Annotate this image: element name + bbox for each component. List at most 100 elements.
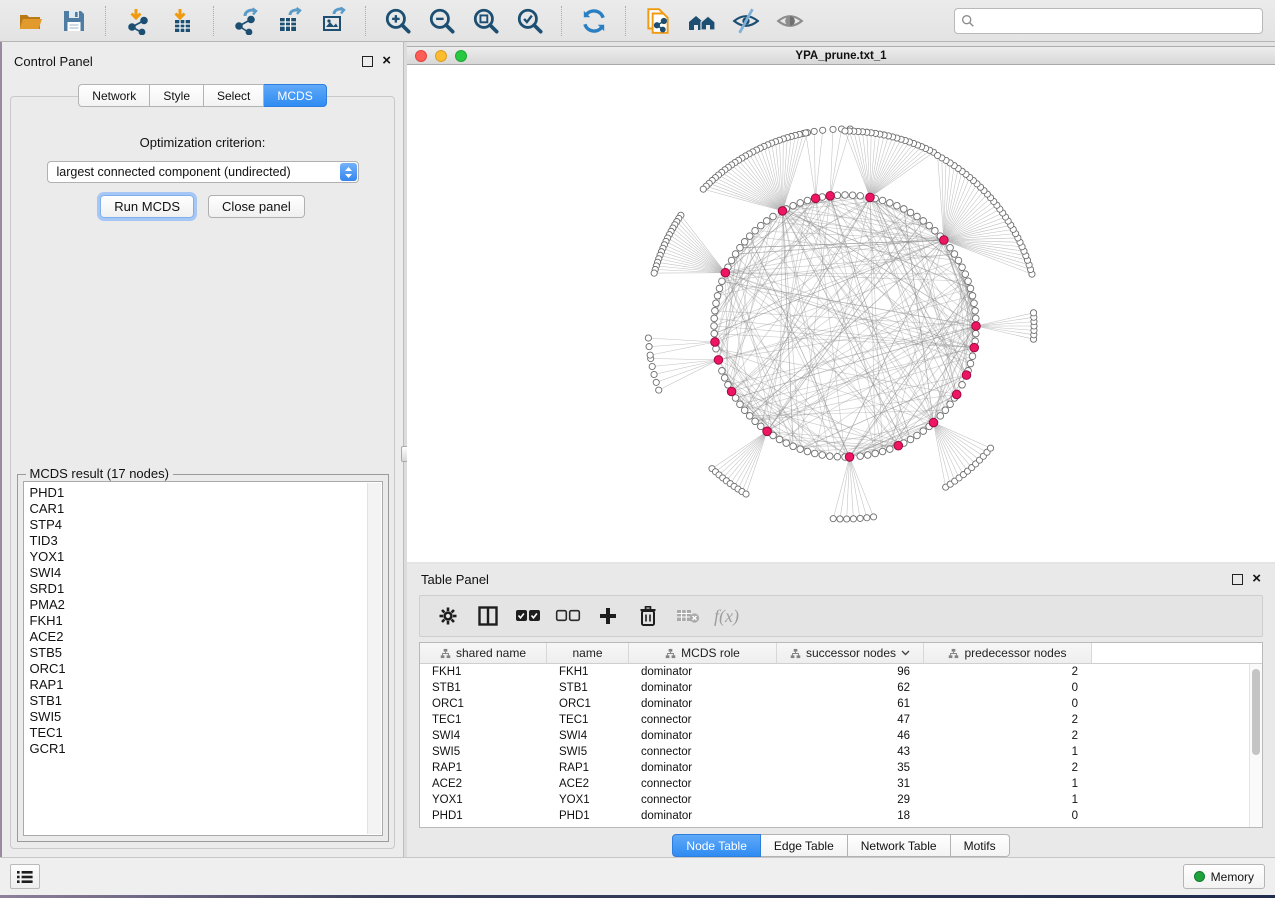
mcds-result-item[interactable]: ACE2 [30, 629, 382, 645]
network-leaf-node[interactable] [844, 516, 850, 522]
network-node[interactable] [965, 278, 972, 285]
network-node[interactable] [967, 360, 974, 367]
network-hub-node[interactable] [727, 387, 736, 396]
network-node[interactable] [872, 450, 879, 457]
network-leaf-node[interactable] [850, 516, 856, 522]
network-node[interactable] [714, 292, 721, 299]
network-node[interactable] [711, 315, 718, 322]
network-node[interactable] [811, 450, 818, 457]
network-node[interactable] [972, 307, 979, 314]
network-node[interactable] [716, 285, 723, 292]
show-columns-icon[interactable] [470, 601, 506, 631]
network-node[interactable] [732, 251, 739, 258]
float-table-panel-icon[interactable] [1232, 574, 1243, 585]
import-table-icon[interactable] [162, 4, 202, 38]
table-tab-motifs[interactable]: Motifs [951, 834, 1010, 857]
network-leaf-node[interactable] [743, 491, 749, 497]
network-leaf-node[interactable] [837, 516, 843, 522]
table-row[interactable]: FKH1FKH1dominator962 [420, 664, 1262, 680]
network-leaf-node[interactable] [653, 379, 659, 385]
network-leaf-node[interactable] [651, 371, 657, 377]
mcds-result-item[interactable]: YOX1 [30, 549, 382, 565]
network-hub-node[interactable] [940, 236, 949, 245]
network-leaf-node[interactable] [820, 127, 826, 133]
network-canvas[interactable] [407, 65, 1275, 562]
network-node[interactable] [752, 227, 759, 234]
table-tab-edge-table[interactable]: Edge Table [761, 834, 848, 857]
network-node[interactable] [776, 436, 783, 443]
network-leaf-node[interactable] [647, 352, 653, 358]
column-header-successor-nodes[interactable]: successor nodes [777, 643, 924, 663]
network-node[interactable] [804, 448, 811, 455]
network-node[interactable] [969, 353, 976, 360]
network-hub-node[interactable] [962, 371, 971, 380]
table-scrollbar-thumb[interactable] [1252, 669, 1260, 755]
network-node[interactable] [728, 257, 735, 264]
close-panel-icon[interactable]: × [382, 56, 391, 66]
tab-style[interactable]: Style [150, 84, 204, 107]
table-row[interactable]: SWI5SWI5connector431 [420, 744, 1262, 760]
network-node[interactable] [711, 330, 718, 337]
table-row[interactable]: ACE2ACE2connector311 [420, 776, 1262, 792]
network-node[interactable] [834, 453, 841, 460]
column-header-mcds-role[interactable]: MCDS role [629, 643, 777, 663]
network-node[interactable] [826, 453, 833, 460]
clone-network-icon[interactable] [638, 4, 678, 38]
network-node[interactable] [834, 192, 841, 199]
network-node[interactable] [783, 440, 790, 447]
tab-select[interactable]: Select [204, 84, 264, 107]
mcds-result-item[interactable]: GCR1 [30, 741, 382, 757]
mcds-result-item[interactable]: SWI5 [30, 709, 382, 725]
network-node[interactable] [972, 330, 979, 337]
column-header-name[interactable]: name [547, 643, 629, 663]
mcds-result-item[interactable]: STB1 [30, 693, 382, 709]
table-row[interactable]: PHD1PHD1dominator180 [420, 808, 1262, 824]
network-node[interactable] [711, 323, 718, 330]
network-node[interactable] [797, 446, 804, 453]
network-node[interactable] [926, 222, 933, 229]
network-node[interactable] [746, 233, 753, 240]
network-node[interactable] [947, 244, 954, 251]
table-row[interactable]: SWI4SWI4dominator462 [420, 728, 1262, 744]
network-node[interactable] [849, 192, 856, 199]
network-node[interactable] [713, 300, 720, 307]
network-node[interactable] [746, 413, 753, 420]
network-node[interactable] [719, 278, 726, 285]
tab-network[interactable]: Network [78, 84, 150, 107]
mcds-result-item[interactable]: CAR1 [30, 501, 382, 517]
table-options-icon[interactable] [430, 601, 466, 631]
run-mcds-button[interactable]: Run MCDS [100, 195, 194, 218]
network-leaf-node[interactable] [700, 186, 706, 192]
network-node[interactable] [763, 218, 770, 225]
apply-layout-icon[interactable] [574, 4, 614, 38]
table-row[interactable]: ORC1ORC1dominator610 [420, 696, 1262, 712]
network-node[interactable] [937, 413, 944, 420]
network-leaf-node[interactable] [870, 514, 876, 520]
network-hub-node[interactable] [711, 338, 720, 347]
network-leaf-node[interactable] [803, 130, 809, 136]
network-hub-node[interactable] [972, 322, 981, 331]
mcds-result-item[interactable]: ORC1 [30, 661, 382, 677]
mcds-result-item[interactable]: STP4 [30, 517, 382, 533]
export-table-icon[interactable] [270, 4, 310, 38]
network-node[interactable] [887, 200, 894, 207]
network-node[interactable] [741, 238, 748, 245]
table-row[interactable]: TEC1TEC1connector472 [420, 712, 1262, 728]
network-node[interactable] [864, 452, 871, 459]
mcds-result-item[interactable]: RAP1 [30, 677, 382, 693]
network-leaf-node[interactable] [987, 445, 993, 451]
network-node[interactable] [887, 446, 894, 453]
network-node[interactable] [712, 307, 719, 314]
mcds-result-item[interactable]: TID3 [30, 533, 382, 549]
network-node[interactable] [920, 218, 927, 225]
table-row[interactable]: STB1STB1dominator620 [420, 680, 1262, 696]
mcds-result-item[interactable]: FKH1 [30, 613, 382, 629]
network-node[interactable] [920, 428, 927, 435]
network-hub-node[interactable] [826, 192, 835, 201]
network-node[interactable] [752, 418, 759, 425]
network-node[interactable] [971, 300, 978, 307]
zoom-out-icon[interactable] [422, 4, 462, 38]
float-panel-icon[interactable] [362, 56, 373, 67]
network-hub-node[interactable] [845, 453, 854, 462]
network-leaf-node[interactable] [811, 128, 817, 134]
